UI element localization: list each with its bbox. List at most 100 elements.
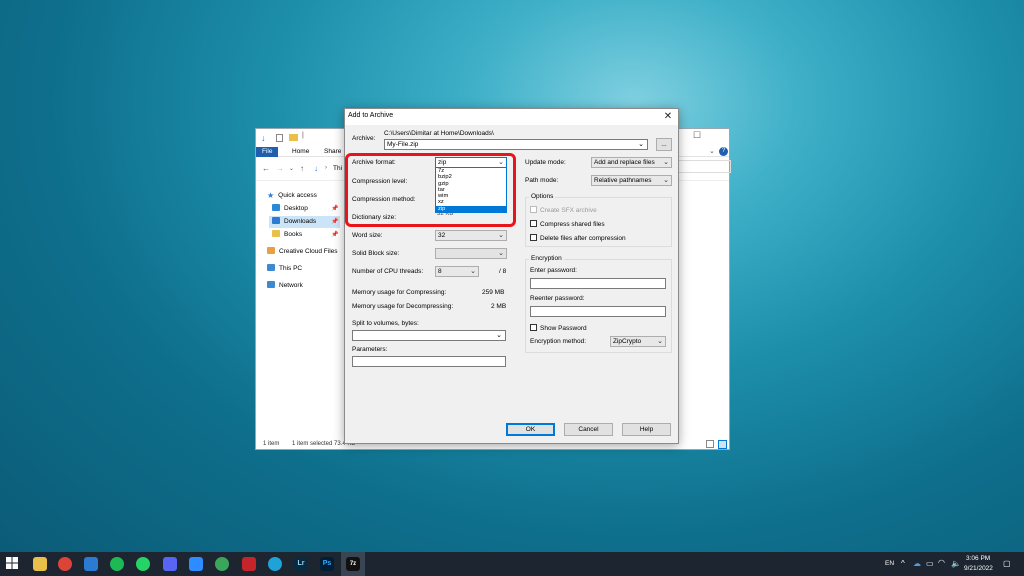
word-size-select[interactable]: 32 ⌄ xyxy=(435,230,507,241)
help-icon[interactable]: ? xyxy=(719,147,728,156)
file-explorer-icon[interactable] xyxy=(33,557,47,571)
folder-icon[interactable] xyxy=(289,134,298,141)
browser-icon[interactable] xyxy=(268,557,282,571)
lightroom-icon[interactable]: Lr xyxy=(294,557,308,571)
network-icon xyxy=(267,281,275,288)
cpu-threads-select[interactable]: 8 ⌄ xyxy=(435,266,479,277)
nav-item-network[interactable]: Network xyxy=(267,280,303,292)
pin-icon: 📌 xyxy=(331,219,339,225)
discord-icon[interactable] xyxy=(163,557,177,571)
nav-item-creative-cloud[interactable]: Creative Cloud Files xyxy=(267,246,338,258)
delete-after-checkbox[interactable]: Delete files after compression xyxy=(530,234,626,243)
address-breadcrumb[interactable]: Thi xyxy=(333,165,342,172)
close-icon[interactable]: ✕ xyxy=(661,110,675,123)
dialog-title: Add to Archive xyxy=(348,112,394,119)
chevron-down-icon: ⌄ xyxy=(663,177,669,184)
tab-home[interactable]: Home xyxy=(286,147,315,157)
whatsapp-icon[interactable] xyxy=(136,557,150,571)
path-mode-select[interactable]: Relative pathnames ⌄ xyxy=(591,175,672,186)
dialog-titlebar: Add to Archive ✕ xyxy=(345,109,678,125)
clock-date[interactable]: 9/21/2022 xyxy=(964,565,993,572)
chevron-down-icon: ⌄ xyxy=(663,159,669,166)
tiles-view-icon[interactable] xyxy=(718,440,727,449)
chevron-up-icon[interactable]: ^ xyxy=(901,559,905,568)
archive-name-combo[interactable]: My-File.zip ⌄ xyxy=(384,139,648,150)
clock-time[interactable]: 3:06 PM xyxy=(966,555,990,562)
chevron-down-icon[interactable]: ⌄ xyxy=(496,331,502,340)
chrome-icon[interactable] xyxy=(58,557,72,571)
chevron-down-icon: ⌄ xyxy=(657,338,663,345)
pc-icon xyxy=(267,264,275,271)
cpu-threads-max: / 8 xyxy=(499,268,507,275)
wifi-icon[interactable]: ◠ xyxy=(938,558,945,567)
zoom-icon[interactable] xyxy=(189,557,203,571)
split-volumes-label: Split to volumes, bytes: xyxy=(352,320,419,327)
enter-password-label: Enter password: xyxy=(530,267,577,274)
7zip-icon: 7z xyxy=(346,557,360,571)
filezilla-icon[interactable] xyxy=(242,557,256,571)
help-button[interactable]: Help xyxy=(622,423,671,436)
solid-block-select[interactable]: ⌄ xyxy=(435,248,507,259)
enter-password-input[interactable] xyxy=(530,278,666,289)
pin-icon: 📌 xyxy=(331,206,339,212)
red-highlight-annotation xyxy=(345,153,516,227)
properties-icon[interactable] xyxy=(276,134,283,142)
nav-item-books[interactable]: Books xyxy=(272,229,302,241)
split-volumes-combo[interactable]: ⌄ xyxy=(352,330,506,341)
chevron-down-icon[interactable]: ⌄ xyxy=(709,147,715,155)
up-arrow-icon[interactable]: ↑ xyxy=(300,164,304,173)
update-mode-select[interactable]: Add and replace files ⌄ xyxy=(591,157,672,168)
taskbar-active-app[interactable]: 7z xyxy=(341,552,365,576)
spotify-alt-icon[interactable] xyxy=(215,557,229,571)
mail-icon[interactable] xyxy=(84,557,98,571)
language-indicator[interactable]: EN xyxy=(885,560,894,567)
mem-decompress-label: Memory usage for Decompressing: xyxy=(352,303,454,310)
recent-chevron-icon[interactable]: ⌄ xyxy=(289,165,294,172)
show-password-checkbox[interactable]: Show Password xyxy=(530,324,587,333)
cloud-icon[interactable]: ☁ xyxy=(913,559,921,568)
pin-icon: 📌 xyxy=(331,232,339,238)
nav-item-desktop[interactable]: Desktop xyxy=(272,203,308,215)
details-view-icon[interactable] xyxy=(706,440,714,448)
battery-icon[interactable]: ▭ xyxy=(926,559,934,568)
breadcrumb-chevron-icon: › xyxy=(325,165,327,171)
mem-decompress-value: 2 MB xyxy=(491,303,507,310)
reenter-password-label: Reenter password: xyxy=(530,295,585,302)
path-mode-label: Path mode: xyxy=(525,177,559,184)
nav-item-quick-access[interactable]: ★ Quick access xyxy=(267,190,317,202)
status-item-count: 1 item xyxy=(263,441,280,447)
chevron-down-icon: ⌄ xyxy=(498,232,504,239)
encryption-method-label: Encryption method: xyxy=(530,338,587,345)
reenter-password-input[interactable] xyxy=(530,306,666,317)
forward-arrow-icon[interactable]: → xyxy=(276,164,284,173)
maximize-icon[interactable]: ☐ xyxy=(693,130,701,141)
star-icon: ★ xyxy=(267,191,275,200)
chevron-down-icon: ⌄ xyxy=(498,250,504,257)
browse-button[interactable]: ... xyxy=(656,138,672,151)
folder-icon xyxy=(272,230,280,237)
tab-share[interactable]: Share xyxy=(318,147,347,157)
downloads-folder-icon xyxy=(272,217,280,224)
nav-item-this-pc[interactable]: This PC xyxy=(267,263,302,275)
taskbar: Lr Ps 7z EN ^ ☁ ▭ ◠ 🔈 3:06 PM 9/21/2022 … xyxy=(0,552,1024,576)
encryption-method-select[interactable]: ZipCrypto ⌄ xyxy=(610,336,666,347)
cancel-button[interactable]: Cancel xyxy=(564,423,613,436)
notification-icon[interactable]: ▢ xyxy=(1003,559,1011,568)
cpu-threads-label: Number of CPU threads: xyxy=(352,268,424,275)
spotify-icon[interactable] xyxy=(110,557,124,571)
chevron-down-icon[interactable]: ⌄ xyxy=(638,140,644,149)
quick-access-toolbar-icon[interactable]: ↓ xyxy=(261,133,266,143)
parameters-label: Parameters: xyxy=(352,346,388,353)
ok-button[interactable]: OK xyxy=(506,423,555,436)
volume-icon[interactable]: 🔈 xyxy=(951,559,961,568)
compress-shared-checkbox[interactable]: Compress shared files xyxy=(530,220,605,229)
parameters-input[interactable] xyxy=(352,356,506,367)
solid-block-label: Solid Block size: xyxy=(352,250,400,257)
back-arrow-icon[interactable]: ← xyxy=(262,164,270,173)
nav-item-downloads[interactable]: Downloads xyxy=(269,216,340,228)
create-sfx-checkbox[interactable]: Create SFX archive xyxy=(530,206,597,215)
mem-compress-value: 259 MB xyxy=(482,289,505,296)
start-icon[interactable] xyxy=(5,557,19,571)
photoshop-icon[interactable]: Ps xyxy=(320,557,334,571)
tab-file[interactable]: File xyxy=(256,147,279,157)
